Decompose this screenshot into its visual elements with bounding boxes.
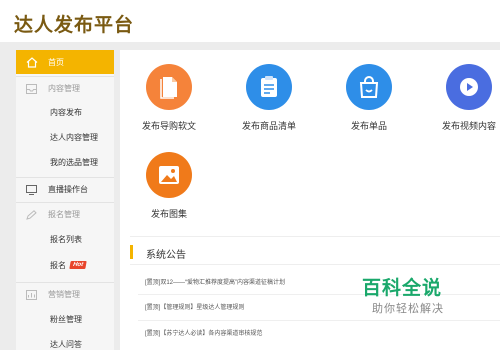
sidebar-item-home[interactable]: 首页: [16, 50, 114, 74]
sidebar-item-signup-list[interactable]: 报名列表: [16, 227, 114, 251]
shopping-bag-icon: [346, 64, 392, 110]
publish-gallery-tile[interactable]: 发布图集: [120, 138, 210, 219]
notice-item[interactable]: [置顶]【管理规则】星级达人管理规则: [145, 302, 244, 311]
sidebar: 首页 内容管理 内容发布 达人内容管理 我的选品管理 直播操作台 报名管理 报名…: [16, 50, 114, 350]
notice-item[interactable]: [置顶]【苏宁达人必读】各内容渠道审核规范: [145, 328, 262, 337]
notice-item[interactable]: [置顶]双12——“爱物汇推荐度提高”内容渠道征稿计划: [145, 277, 285, 286]
image-icon: [146, 152, 192, 198]
tile-label: 发布商品清单: [241, 121, 296, 131]
publish-video-tile[interactable]: 发布视频内容: [420, 50, 500, 131]
tile-label: 发布导购软文: [141, 121, 196, 131]
sidebar-item-content-publish[interactable]: 内容发布: [16, 100, 114, 124]
hot-badge: Hot: [69, 261, 87, 269]
video-play-icon: [446, 64, 492, 110]
watermark-title: 百科全说: [362, 278, 443, 299]
clipboard-list-icon: [246, 64, 292, 110]
sidebar-section-label: 直播操作台: [48, 185, 88, 194]
publish-single-product-tile[interactable]: 发布单品: [320, 50, 410, 131]
tile-label: 发布单品: [350, 121, 387, 131]
sidebar-section-content[interactable]: 内容管理: [16, 76, 114, 100]
sidebar-section-label: 内容管理: [48, 84, 80, 93]
publish-article-tile[interactable]: 发布导购软文: [120, 50, 210, 131]
sidebar-item-fans[interactable]: 粉丝管理: [16, 307, 114, 331]
sidebar-item-label: 首页: [48, 57, 64, 67]
app-title: 达人发布平台: [14, 15, 135, 36]
sidebar-section-label: 营销管理: [48, 290, 80, 299]
pencil-icon: [26, 209, 40, 220]
sidebar-item-qa[interactable]: 达人问答: [16, 332, 114, 350]
tile-label: 发布图集: [150, 209, 187, 219]
monitor-icon: [26, 184, 40, 195]
chart-icon: [26, 289, 40, 300]
sidebar-item-signup[interactable]: 报名 Hot: [16, 253, 114, 277]
sidebar-item-label: 报名: [50, 260, 66, 270]
sidebar-section-label: 报名管理: [48, 210, 80, 219]
tile-label: 发布视频内容: [441, 121, 496, 131]
app-header: 达人发布平台: [0, 0, 500, 42]
inbox-icon: [26, 83, 40, 94]
watermark: 百科全说 助你轻松解决: [362, 273, 462, 321]
home-icon: [26, 56, 40, 68]
sidebar-section-marketing[interactable]: 营销管理: [16, 282, 114, 306]
notice-title: 系统公告: [146, 250, 186, 261]
sidebar-item-my-selection[interactable]: 我的选品管理: [16, 150, 114, 174]
sidebar-section-live[interactable]: 直播操作台: [16, 177, 114, 201]
sidebar-item-talent-content[interactable]: 达人内容管理: [16, 125, 114, 149]
watermark-subtitle: 助你轻松解决: [372, 303, 444, 315]
publish-product-list-tile[interactable]: 发布商品清单: [220, 50, 310, 131]
sidebar-section-signup[interactable]: 报名管理: [16, 202, 114, 226]
document-icon: [146, 64, 192, 110]
notice-accent-bar: [130, 245, 133, 259]
notice-divider: [130, 264, 500, 265]
